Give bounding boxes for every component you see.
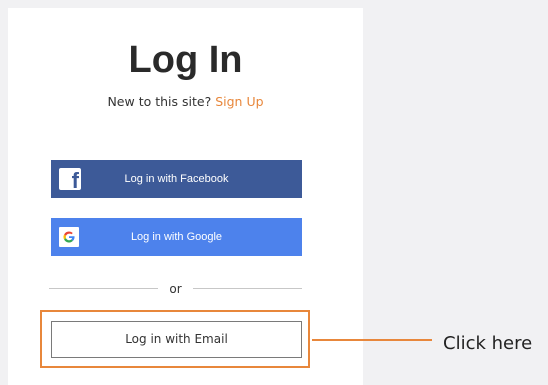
new-to-site-text: New to this site? (107, 94, 212, 109)
signup-prompt: New to this site? Sign Up (8, 93, 363, 111)
or-separator: or (169, 282, 182, 296)
page-title: Log In (128, 39, 243, 81)
callout-text: Click here (443, 333, 533, 354)
callout-line (312, 339, 432, 341)
divider-right (193, 288, 302, 289)
facebook-login-button[interactable]: f Log in with Facebook (51, 160, 302, 198)
facebook-login-label: Log in with Facebook (124, 173, 229, 185)
divider-left (49, 288, 158, 289)
signup-link[interactable]: Sign Up (215, 94, 263, 109)
google-login-button[interactable]: Log in with Google (51, 218, 302, 256)
email-login-button[interactable]: Log in with Email (51, 321, 302, 358)
google-login-label: Log in with Google (130, 231, 223, 243)
